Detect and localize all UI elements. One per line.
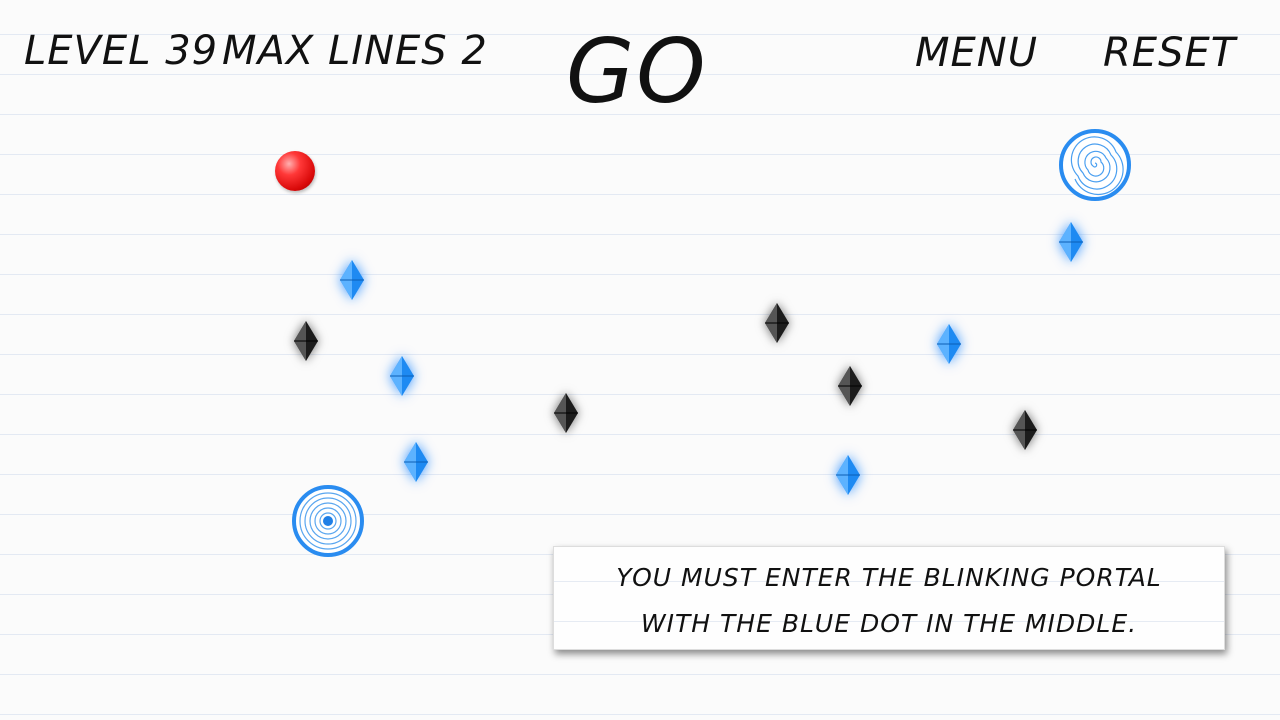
go-button[interactable]: Go bbox=[566, 20, 707, 123]
black-crystal-icon bbox=[765, 303, 789, 343]
spiral-portal-icon bbox=[1059, 129, 1131, 201]
blue-crystal-icon bbox=[404, 442, 428, 482]
hint-line-2: with the blue dot in the middle. bbox=[640, 609, 1138, 638]
max-lines-indicator: Max Lines 2 bbox=[222, 28, 488, 74]
black-crystal-icon bbox=[554, 393, 578, 433]
level-indicator: Level 39 bbox=[24, 28, 219, 74]
blue-crystal-icon bbox=[340, 260, 364, 300]
blue-crystal-icon bbox=[836, 455, 860, 495]
blue-crystal-icon bbox=[937, 324, 961, 364]
hint-card: You must enter the blinking portal with … bbox=[553, 546, 1225, 650]
black-crystal-icon bbox=[1013, 410, 1037, 450]
reset-button[interactable]: Reset bbox=[1103, 30, 1236, 76]
menu-button[interactable]: Menu bbox=[915, 30, 1038, 76]
black-crystal-icon bbox=[294, 321, 318, 361]
hint-line-1: You must enter the blinking portal bbox=[616, 563, 1162, 592]
target-portal-icon bbox=[292, 485, 364, 557]
blue-crystal-icon bbox=[1059, 222, 1083, 262]
red-ball bbox=[275, 151, 315, 191]
blue-crystal-icon bbox=[390, 356, 414, 396]
black-crystal-icon bbox=[838, 366, 862, 406]
